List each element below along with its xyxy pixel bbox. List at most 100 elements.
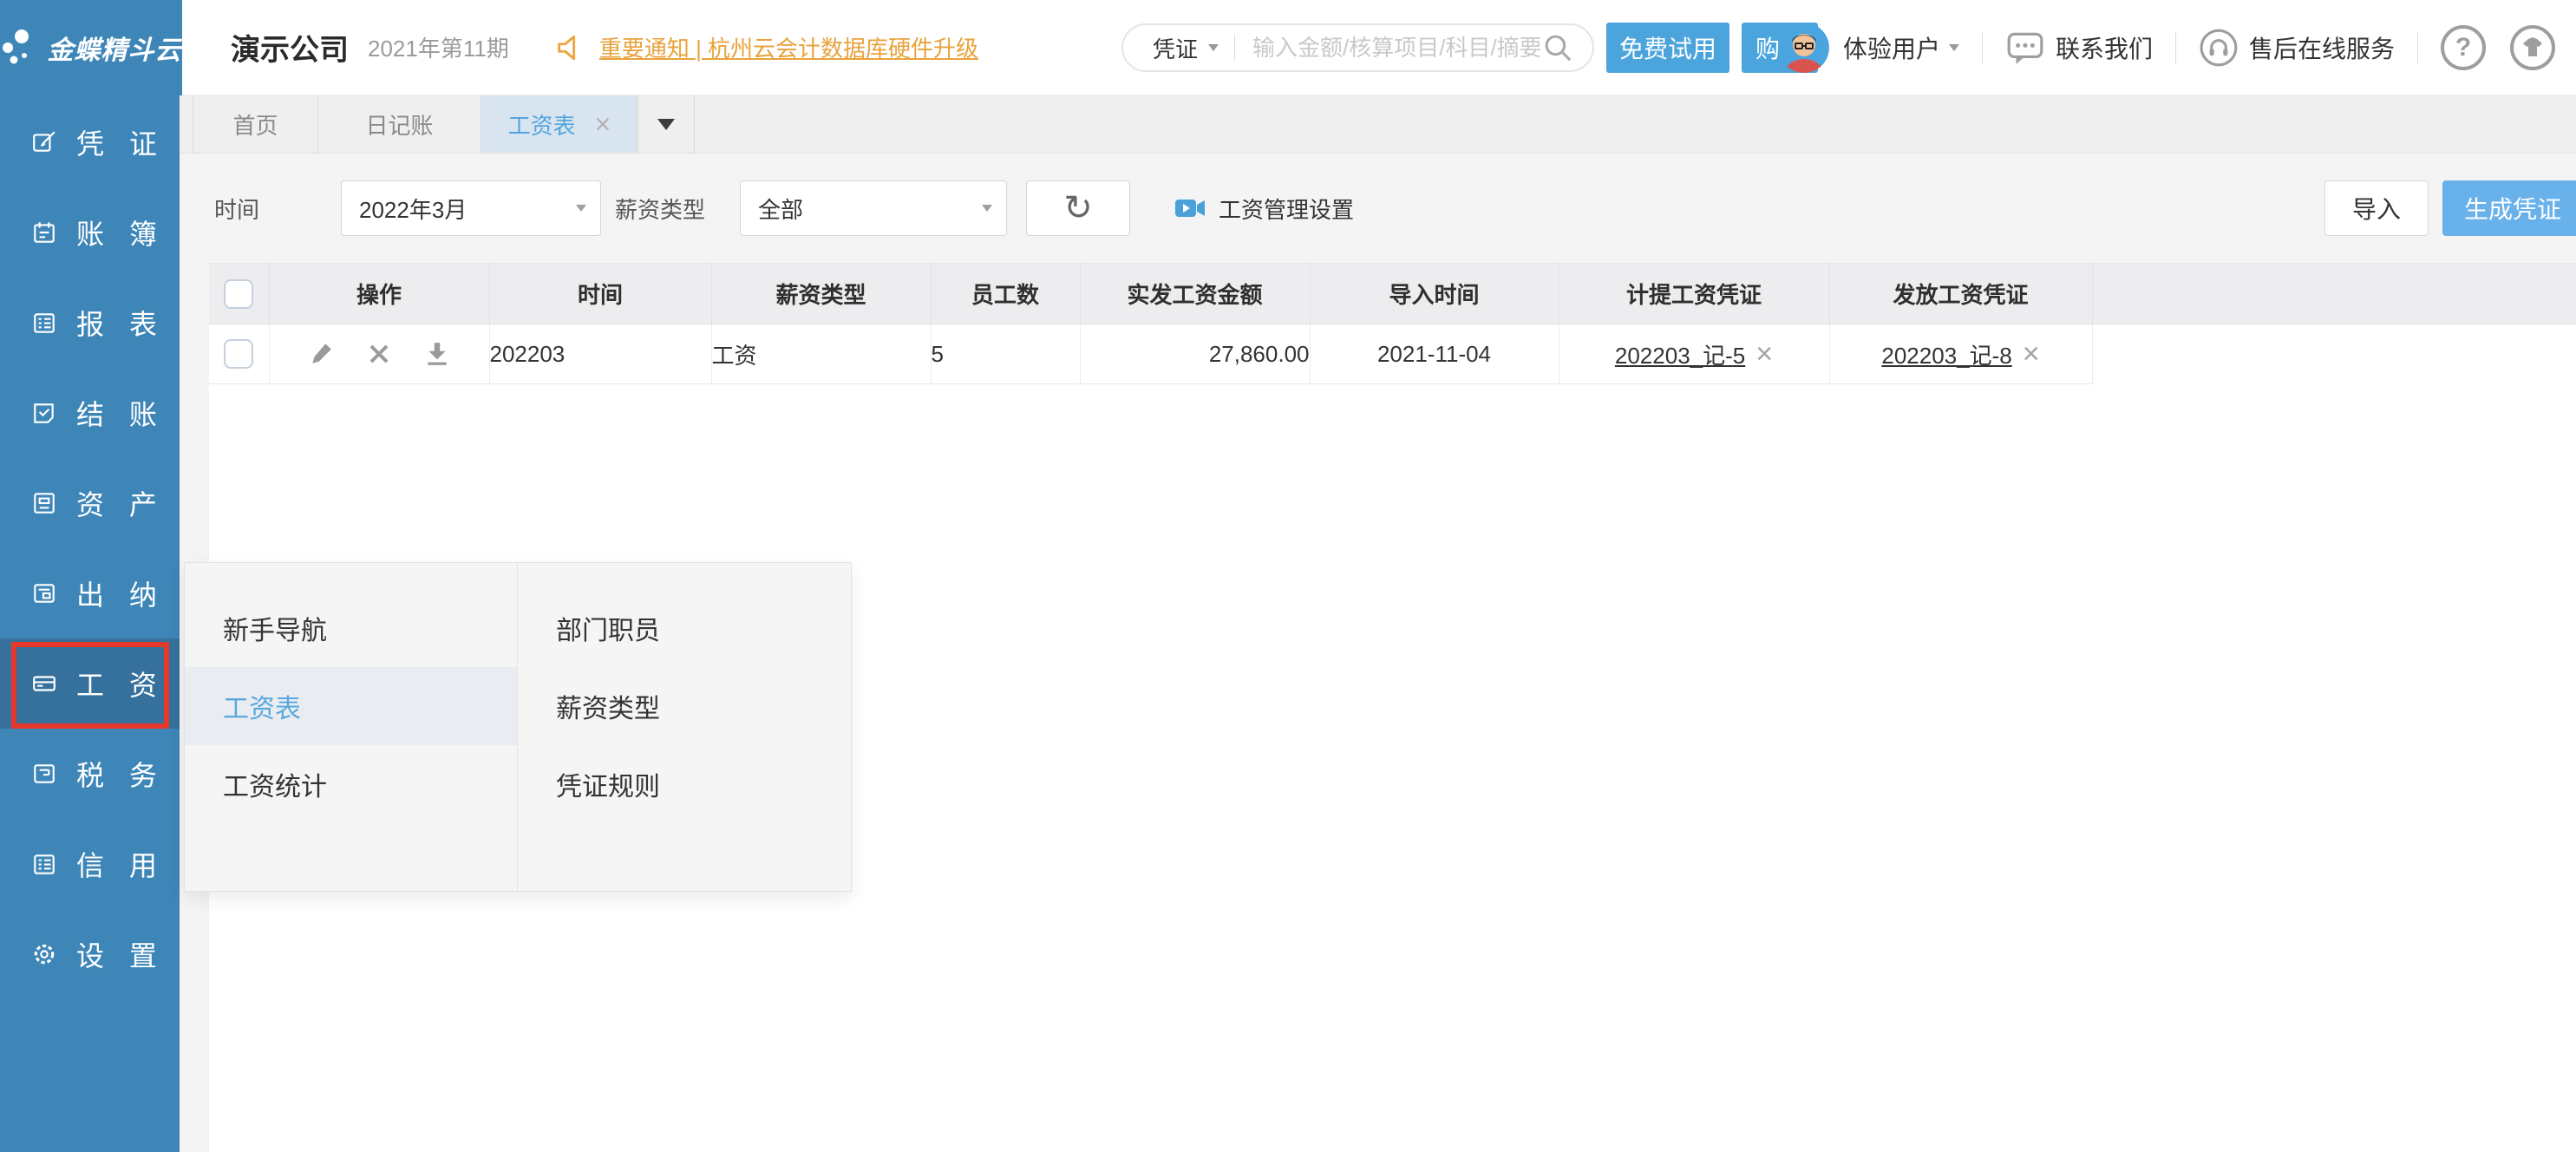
settings-icon xyxy=(31,941,57,967)
sidebar-item-report[interactable]: 报 表 xyxy=(0,278,180,368)
asset-icon xyxy=(31,490,57,516)
sidebar-item-label: 账 簿 xyxy=(76,213,166,252)
col-payment-voucher: 发放工资凭证 xyxy=(1829,264,2092,324)
submenu-item-label: 薪资类型 xyxy=(556,687,660,725)
brand-logo[interactable]: 金蝶精斗云 xyxy=(0,0,182,95)
time-select[interactable]: 2022年3月 xyxy=(341,180,601,236)
delete-icon[interactable] xyxy=(367,342,391,366)
salary-management-settings-link[interactable]: 工资管理设置 xyxy=(1174,193,1354,225)
time-filter-label: 时间 xyxy=(214,193,259,225)
help-glyph: ? xyxy=(2455,33,2471,62)
col-time: 时间 xyxy=(489,264,711,324)
submenu-item-voucher-rules[interactable]: 凭证规则 xyxy=(518,745,851,823)
search-category[interactable]: 凭证 xyxy=(1153,32,1198,64)
submenu-item-salary-statistics[interactable]: 工资统计 xyxy=(185,745,517,823)
chevron-down-icon[interactable] xyxy=(1949,44,1959,51)
edit-icon[interactable] xyxy=(308,341,334,367)
submenu-item-beginner-guide[interactable]: 新手导航 xyxy=(185,589,517,667)
sidebar-item-label: 出 纳 xyxy=(76,573,166,613)
submenu-item-department-staff[interactable]: 部门职员 xyxy=(518,589,851,667)
help-icon[interactable]: ? xyxy=(2441,25,2486,70)
tab-journal[interactable]: 日记账 xyxy=(318,95,481,153)
sidebar-item-credit[interactable]: 信 用 xyxy=(0,819,180,909)
free-trial-button[interactable]: 免费试用 xyxy=(1606,23,1729,73)
cell-import-time: 2021-11-04 xyxy=(1310,324,1559,384)
table-header-row: 操作 时间 薪资类型 员工数 实发工资金额 导入时间 计提工资凭证 发放工资凭证 xyxy=(209,264,2576,324)
tax-icon xyxy=(31,761,57,787)
download-icon[interactable] xyxy=(424,341,450,367)
chevron-down-icon xyxy=(982,205,992,212)
sidebar-item-tax[interactable]: 税 务 xyxy=(0,729,180,819)
tab-home[interactable]: 首页 xyxy=(193,95,318,153)
chevron-down-icon xyxy=(657,119,675,130)
sidebar-item-label: 凭 证 xyxy=(76,122,166,162)
submenu-item-label: 新手导航 xyxy=(223,609,327,647)
sidebar-item-asset[interactable]: 资 产 xyxy=(0,458,180,548)
salary-type-select[interactable]: 全部 xyxy=(740,180,1007,236)
select-all-checkbox[interactable] xyxy=(224,279,253,309)
col-net-pay-amount: 实发工资金额 xyxy=(1080,264,1310,324)
sidebar: 凭 证 账 簿 报 表 xyxy=(0,95,180,1152)
theme-shirt-icon[interactable] xyxy=(2510,25,2555,70)
import-button[interactable]: 导入 xyxy=(2324,180,2429,236)
voucher-icon xyxy=(31,129,57,155)
sidebar-item-label: 结 账 xyxy=(76,393,166,433)
refresh-icon: ↻ xyxy=(1063,191,1093,226)
salary-table: 操作 时间 薪资类型 员工数 实发工资金额 导入时间 计提工资凭证 发放工资凭证 xyxy=(209,264,2576,384)
cell-payment-voucher: 202203_记-8 × xyxy=(1829,324,2092,384)
submenu-item-label: 工资表 xyxy=(223,687,301,725)
sidebar-item-closing[interactable]: 结 账 xyxy=(0,368,180,458)
cashier-icon xyxy=(31,580,57,606)
after-sales-service-link[interactable]: 售后在线服务 xyxy=(2199,28,2395,68)
cell-accrual-voucher: 202203_记-5 × xyxy=(1559,324,1829,384)
remove-voucher-icon[interactable]: × xyxy=(2023,339,2040,369)
topbar-right: 体验用户 联系我们 xyxy=(1779,0,2555,95)
cell-empty xyxy=(2092,324,2576,384)
headset-icon xyxy=(2199,28,2239,68)
remove-voucher-icon[interactable]: × xyxy=(1755,339,1773,369)
col-operation: 操作 xyxy=(269,264,489,324)
salary-submenu: 新手导航 工资表 工资统计 部门职员 薪资类型 凭证规则 xyxy=(184,562,852,892)
salary-type-select-value: 全部 xyxy=(758,193,803,225)
row-checkbox[interactable] xyxy=(224,339,253,369)
closing-icon xyxy=(31,400,57,426)
submenu-item-salary-sheet[interactable]: 工资表 xyxy=(185,667,517,745)
search-icon[interactable] xyxy=(1542,32,1573,63)
sidebar-item-ledger[interactable]: 账 簿 xyxy=(0,187,180,278)
generate-voucher-button[interactable]: 生成凭证 xyxy=(2442,180,2576,236)
credit-icon xyxy=(31,851,57,877)
tab-label: 工资表 xyxy=(508,108,576,141)
accrual-voucher-link[interactable]: 202203_记-5 xyxy=(1615,338,1745,370)
refresh-button[interactable]: ↻ xyxy=(1026,180,1130,236)
sidebar-item-salary[interactable]: 工 资 xyxy=(0,638,180,729)
cell-employee-count: 5 xyxy=(931,324,1080,384)
sidebar-item-settings[interactable]: 设 置 xyxy=(0,909,180,999)
search-input[interactable] xyxy=(1251,34,1542,62)
col-accrual-voucher: 计提工资凭证 xyxy=(1559,264,1829,324)
tab-list-dropdown[interactable] xyxy=(638,95,695,153)
notice-link[interactable]: 重要通知 | 杭州云会计数据库硬件升级 xyxy=(599,31,978,63)
sidebar-item-cashier[interactable]: 出 纳 xyxy=(0,548,180,638)
col-employee-count: 员工数 xyxy=(931,264,1080,324)
chevron-down-icon[interactable] xyxy=(1208,44,1219,51)
top-bar: 金蝶精斗云 演示公司 2021年第11期 重要通知 | 杭州云会计数据库硬件升级… xyxy=(0,0,2576,95)
submenu-item-salary-type[interactable]: 薪资类型 xyxy=(518,667,851,745)
close-icon[interactable]: × xyxy=(595,110,611,138)
report-icon xyxy=(31,310,57,336)
sidebar-item-label: 税 务 xyxy=(76,754,166,794)
ledger-icon xyxy=(31,219,57,245)
tab-bar: 首页 日记账 工资表 × xyxy=(180,95,2576,154)
avatar[interactable] xyxy=(1779,23,1829,73)
payment-voucher-link[interactable]: 202203_记-8 xyxy=(1881,338,2011,370)
user-name[interactable]: 体验用户 xyxy=(1843,30,1940,65)
contact-us-link[interactable]: 联系我们 xyxy=(2005,28,2153,68)
submenu-right-column: 部门职员 薪资类型 凭证规则 xyxy=(518,563,851,891)
salary-icon xyxy=(31,671,57,697)
logo-text: 金蝶精斗云 xyxy=(48,29,182,67)
row-operations xyxy=(269,324,489,384)
tab-salary-sheet[interactable]: 工资表 × xyxy=(481,95,638,153)
sidebar-item-voucher[interactable]: 凭 证 xyxy=(0,97,180,187)
contact-us-label: 联系我们 xyxy=(2056,30,2153,65)
submenu-left-column: 新手导航 工资表 工资统计 xyxy=(185,563,518,891)
tab-label: 首页 xyxy=(232,108,278,141)
